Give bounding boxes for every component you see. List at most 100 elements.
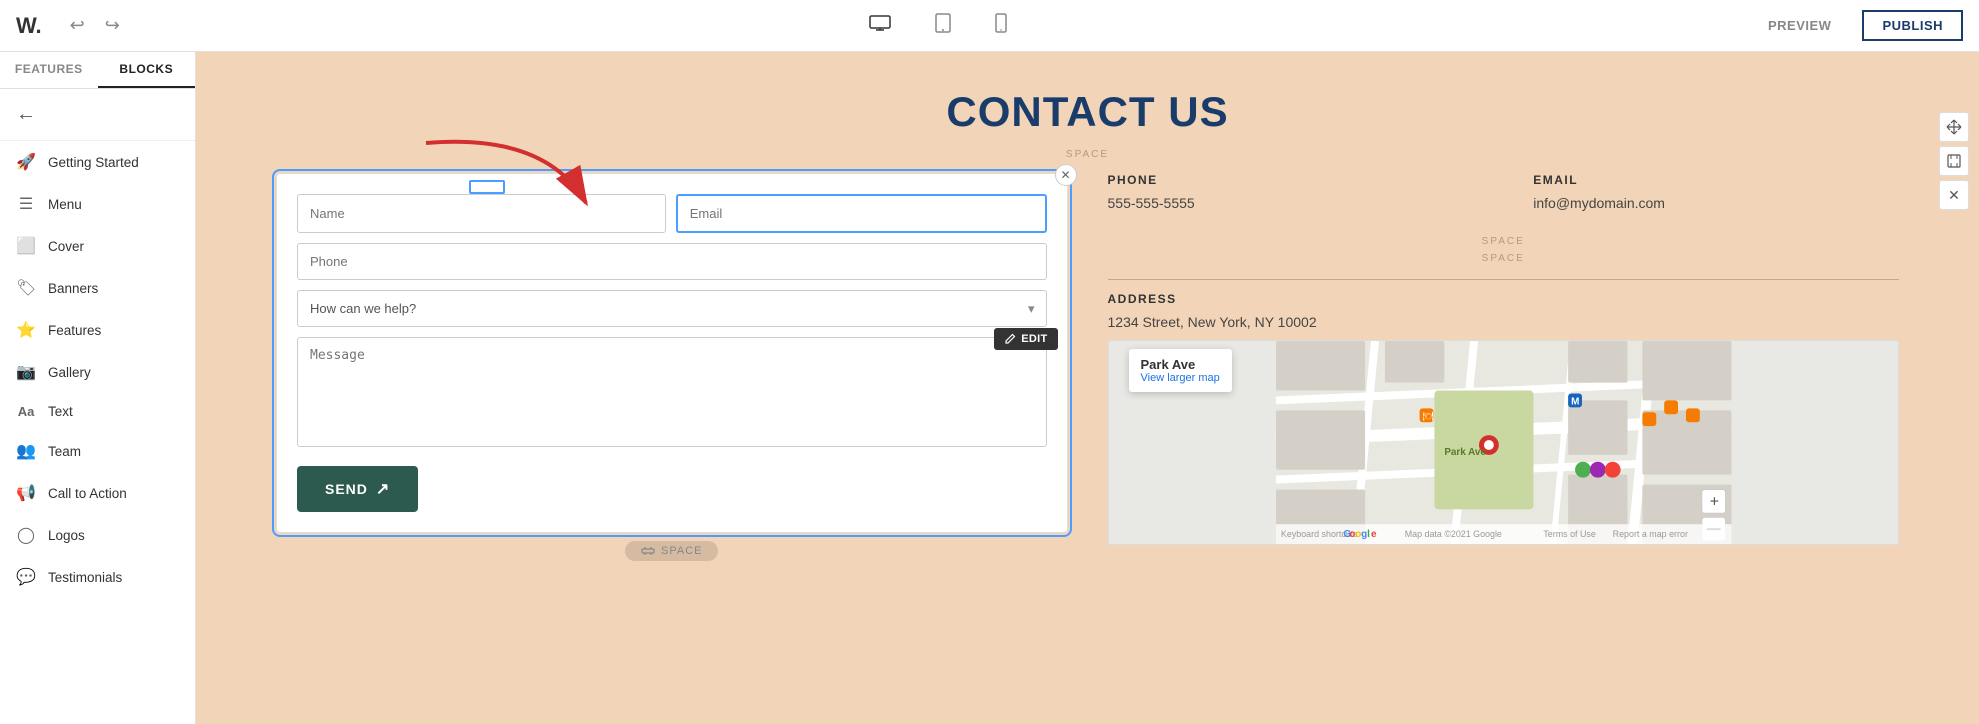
map-popup-title: Park Ave xyxy=(1141,357,1220,372)
text-icon: Aa xyxy=(16,404,36,419)
gallery-icon: 📷 xyxy=(16,362,36,382)
sidebar-back-button[interactable]: ← xyxy=(0,89,195,141)
testimonials-icon: 💬 xyxy=(16,567,36,587)
logo: W. xyxy=(16,13,42,39)
preview-button[interactable]: PREVIEW xyxy=(1753,11,1846,40)
email-col: EMAIL info@mydomain.com xyxy=(1533,173,1899,217)
name-input[interactable] xyxy=(297,194,666,233)
svg-text:M: M xyxy=(1571,396,1579,407)
toolbar-move-icon[interactable] xyxy=(1939,112,1969,142)
form-bottom-space: SPACE xyxy=(276,533,1068,569)
email-label: EMAIL xyxy=(1533,173,1899,187)
sidebar-item-label: Team xyxy=(48,444,81,459)
cover-icon: ⬜ xyxy=(16,236,36,256)
page-title: CONTACT US xyxy=(196,88,1979,136)
publish-button[interactable]: PUBLISH xyxy=(1862,10,1963,41)
address-value: 1234 Street, New York, NY 10002 xyxy=(1108,314,1900,330)
svg-text:e: e xyxy=(1371,529,1377,540)
topbar: W. ↩ ↪ PREVIEW PUBLISH xyxy=(0,0,1979,52)
space-bar-1: SPACE xyxy=(1108,233,1900,250)
desktop-device-button[interactable] xyxy=(859,7,901,44)
resize-icon xyxy=(641,544,655,558)
sidebar-item-label: Gallery xyxy=(48,365,91,380)
sidebar-item-text[interactable]: Aa Text xyxy=(0,393,195,430)
sidebar-item-getting-started[interactable]: 🚀 Getting Started xyxy=(0,141,195,183)
contact-header: CONTACT US xyxy=(196,52,1979,146)
sidebar-item-label: Banners xyxy=(48,281,98,296)
mobile-device-button[interactable] xyxy=(985,7,1017,44)
menu-icon: ☰ xyxy=(16,194,36,214)
send-arrow-icon: ↗ xyxy=(376,479,390,499)
sidebar-item-label: Logos xyxy=(48,528,85,543)
sidebar-item-label: Features xyxy=(48,323,101,338)
features-icon: ⭐ xyxy=(16,320,36,340)
map-popup: Park Ave View larger map xyxy=(1129,349,1232,392)
phone-input[interactable] xyxy=(297,243,1047,280)
svg-text:Terms of Use: Terms of Use xyxy=(1543,529,1596,539)
cta-icon: 📢 xyxy=(16,483,36,503)
device-switcher xyxy=(124,7,1753,44)
tablet-device-button[interactable] xyxy=(925,7,961,44)
phone-value: 555-555-5555 xyxy=(1108,195,1474,211)
address-block: ADDRESS 1234 Street, New York, NY 10002 xyxy=(1108,292,1900,330)
logos-icon: ◯ xyxy=(16,525,36,545)
phone-email-row: PHONE 555-555-5555 EMAIL info@mydomain.c… xyxy=(1108,173,1900,217)
svg-text:Park Ave: Park Ave xyxy=(1444,447,1486,458)
email-input[interactable] xyxy=(676,194,1047,233)
nav-icons: ↩ ↪ xyxy=(66,11,124,40)
message-textarea[interactable] xyxy=(297,337,1047,447)
topbar-right: PREVIEW PUBLISH xyxy=(1753,10,1963,41)
tab-blocks[interactable]: BLOCKS xyxy=(98,52,196,88)
form-section: EDIT ✕ xyxy=(276,173,1068,569)
sidebar-item-features[interactable]: ⭐ Features xyxy=(0,309,195,351)
send-button[interactable]: SEND ↗ xyxy=(297,466,418,512)
info-section: PHONE 555-555-5555 EMAIL info@mydomain.c… xyxy=(1108,173,1900,545)
form-row-name-email xyxy=(297,194,1047,233)
form-close-button[interactable]: ✕ xyxy=(1055,164,1077,186)
sidebar-item-logos[interactable]: ◯ Logos xyxy=(0,514,195,556)
svg-text:Map data ©2021 Google: Map data ©2021 Google xyxy=(1404,529,1501,539)
canvas-toolbar: ✕ xyxy=(1939,112,1969,210)
sidebar-item-gallery[interactable]: 📷 Gallery xyxy=(0,351,195,393)
sidebar-tabs: FEATURES BLOCKS xyxy=(0,52,195,89)
tab-features[interactable]: FEATURES xyxy=(0,52,98,88)
sidebar-item-label: Text xyxy=(48,404,73,419)
contact-body: EDIT ✕ xyxy=(196,163,1979,599)
sidebar-item-label: Getting Started xyxy=(48,155,139,170)
svg-text:🍽: 🍽 xyxy=(1422,411,1433,421)
phone-label: PHONE xyxy=(1108,173,1474,187)
team-icon: 👥 xyxy=(16,441,36,461)
toolbar-resize-icon[interactable] xyxy=(1939,146,1969,176)
redo-button[interactable]: ↪ xyxy=(101,11,124,40)
svg-text:Report a map error: Report a map error xyxy=(1612,529,1687,539)
contact-form: ✕ How can we help? xyxy=(276,173,1068,533)
main-layout: FEATURES BLOCKS ← 🚀 Getting Started ☰ Me… xyxy=(0,52,1979,724)
map-container: Park Ave 🍽 + xyxy=(1108,340,1900,545)
sidebar-item-menu[interactable]: ☰ Menu xyxy=(0,183,195,225)
sidebar: FEATURES BLOCKS ← 🚀 Getting Started ☰ Me… xyxy=(0,52,196,724)
toolbar-close-icon[interactable]: ✕ xyxy=(1939,180,1969,210)
email-value: info@mydomain.com xyxy=(1533,195,1899,211)
how-can-we-help-row: How can we help? ▾ xyxy=(297,290,1047,327)
sidebar-item-banners[interactable]: 🏷 Banners xyxy=(0,267,195,309)
sidebar-item-label: Call to Action xyxy=(48,486,127,501)
space-label: SPACE xyxy=(661,545,702,557)
how-select[interactable]: How can we help? xyxy=(297,290,1047,327)
sidebar-item-call-to-action[interactable]: 📢 Call to Action xyxy=(0,472,195,514)
sidebar-item-team[interactable]: 👥 Team xyxy=(0,430,195,472)
edit-button[interactable]: EDIT xyxy=(994,328,1057,350)
address-label: ADDRESS xyxy=(1108,292,1900,306)
undo-button[interactable]: ↩ xyxy=(66,11,89,40)
map-popup-link[interactable]: View larger map xyxy=(1141,372,1220,384)
sidebar-item-cover[interactable]: ⬜ Cover xyxy=(0,225,195,267)
banners-icon: 🏷 xyxy=(16,278,36,298)
phone-col: PHONE 555-555-5555 xyxy=(1108,173,1474,217)
canvas-scroll[interactable]: CONTACT US SPACE xyxy=(196,52,1979,724)
rocket-icon: 🚀 xyxy=(16,152,36,172)
svg-text:+: + xyxy=(1709,493,1718,510)
space-indicator-top: SPACE xyxy=(196,146,1979,163)
sidebar-item-label: Menu xyxy=(48,197,82,212)
sidebar-item-testimonials[interactable]: 💬 Testimonials xyxy=(0,556,195,598)
space-bar-2: SPACE xyxy=(1108,250,1900,267)
canvas: CONTACT US SPACE xyxy=(196,52,1979,724)
